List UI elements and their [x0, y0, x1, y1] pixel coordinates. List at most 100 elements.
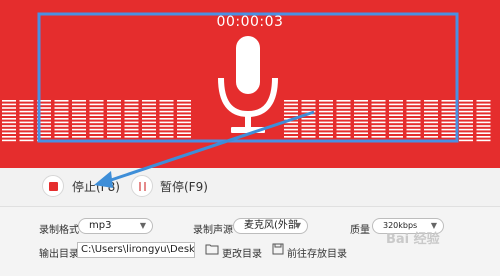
equalizer-segment — [54, 136, 69, 138]
equalizer-segment — [177, 103, 191, 106]
equalizer-segment — [441, 103, 456, 106]
equalizer-segment — [177, 136, 191, 138]
equalizer-segment — [441, 110, 456, 113]
equalizer-segment — [107, 107, 121, 109]
format-select[interactable]: mp3 ▼ — [78, 218, 153, 234]
stop-button[interactable] — [42, 175, 64, 197]
equalizer-segment — [301, 114, 316, 116]
equalizer-segment — [406, 136, 421, 138]
equalizer-segment — [336, 121, 351, 124]
equalizer-segment — [459, 128, 473, 131]
equalizer-segment — [159, 139, 174, 142]
equalizer-segment — [354, 128, 368, 131]
equalizer-segment — [424, 121, 438, 124]
equalizer-segment — [441, 128, 456, 131]
equalizer-segment — [54, 100, 69, 102]
equalizer-segment — [37, 110, 51, 113]
equalizer-segment — [476, 136, 491, 138]
equalizer-segment — [319, 136, 333, 138]
equalizer-segment — [142, 107, 156, 109]
equalizer-segment — [159, 100, 174, 102]
equalizer-segment — [89, 107, 104, 109]
equalizer-segment — [142, 128, 156, 131]
equalizer-segment — [159, 118, 174, 120]
equalizer-segment — [354, 114, 368, 116]
folder-icon[interactable] — [205, 243, 219, 255]
microphone-icon — [218, 36, 278, 133]
pause-label[interactable]: 暂停(F9) — [160, 178, 208, 195]
equalizer-segment — [406, 128, 421, 131]
equalizer-segment — [389, 107, 403, 109]
equalizer-segment — [389, 132, 403, 134]
equalizer-segment — [459, 103, 473, 106]
equalizer-segment — [124, 114, 139, 116]
equalizer-segment — [177, 107, 191, 109]
output-path-field[interactable]: C:\Users\lirongyu\Desktop — [77, 242, 195, 258]
equalizer-segment — [354, 100, 368, 102]
open-dir-button[interactable]: 前往存放目录 — [287, 245, 347, 260]
equalizer-segment — [19, 136, 34, 138]
stop-icon — [49, 182, 58, 191]
equalizer-segment — [177, 139, 191, 142]
equalizer-segment — [89, 110, 104, 113]
equalizer-segment — [2, 103, 16, 106]
equalizer-segment — [354, 118, 368, 120]
equalizer-segment — [124, 110, 139, 113]
equalizer-segment — [124, 103, 139, 106]
equalizer-segment — [424, 128, 438, 131]
equalizer-segment — [354, 132, 368, 134]
equalizer-segment — [354, 121, 368, 124]
equalizer-segment — [336, 110, 351, 113]
equalizer-segment — [159, 107, 174, 109]
equalizer-segment — [354, 110, 368, 113]
equalizer-segment — [284, 132, 298, 134]
equalizer-segment — [89, 103, 104, 106]
equalizer-segment — [37, 128, 51, 131]
equalizer-segment — [336, 118, 351, 120]
equalizer-segment — [476, 100, 491, 102]
equalizer-segment — [389, 139, 403, 142]
equalizer-segment — [336, 100, 351, 102]
equalizer-segment — [142, 110, 156, 113]
equalizer-segment — [301, 139, 316, 142]
equalizer-segment — [72, 121, 86, 124]
pause-button[interactable] — [131, 175, 153, 197]
equalizer-segment — [441, 114, 456, 116]
equalizer-segment — [301, 103, 316, 106]
equalizer-segment — [476, 128, 491, 131]
equalizer-segment — [19, 103, 34, 106]
equalizer-segment — [177, 128, 191, 131]
equalizer-segment — [441, 125, 456, 127]
equalizer-segment — [371, 118, 386, 120]
equalizer-segment — [2, 118, 16, 120]
change-dir-button[interactable]: 更改目录 — [222, 245, 262, 260]
equalizer-segment — [107, 136, 121, 138]
equalizer-segment — [142, 114, 156, 116]
equalizer-segment — [424, 100, 438, 102]
equalizer-segment — [107, 132, 121, 134]
equalizer-segment — [371, 100, 386, 102]
equalizer-segment — [371, 110, 386, 113]
equalizer-segment — [124, 118, 139, 120]
equalizer-segment — [37, 121, 51, 124]
save-icon[interactable] — [272, 243, 284, 255]
equalizer-segment — [301, 107, 316, 109]
equalizer-segment — [389, 125, 403, 127]
equalizer-segment — [389, 121, 403, 124]
equalizer-segment — [424, 132, 438, 134]
equalizer-segment — [284, 128, 298, 131]
equalizer-segment — [459, 118, 473, 120]
equalizer-segment — [284, 114, 298, 116]
equalizer-segment — [177, 100, 191, 102]
equalizer-segment — [2, 114, 16, 116]
equalizer-segment — [424, 139, 438, 142]
chevron-down-icon: ▼ — [294, 221, 301, 230]
equalizer-segment — [389, 114, 403, 116]
source-select[interactable]: 麦克风(外部 ▼ — [233, 218, 308, 234]
equalizer-segment — [406, 132, 421, 134]
equalizer-segment — [406, 107, 421, 109]
equalizer-segment — [389, 128, 403, 131]
stop-label[interactable]: 停止(F8) — [72, 178, 120, 195]
equalizer-segment — [319, 103, 333, 106]
equalizer-segment — [354, 103, 368, 106]
